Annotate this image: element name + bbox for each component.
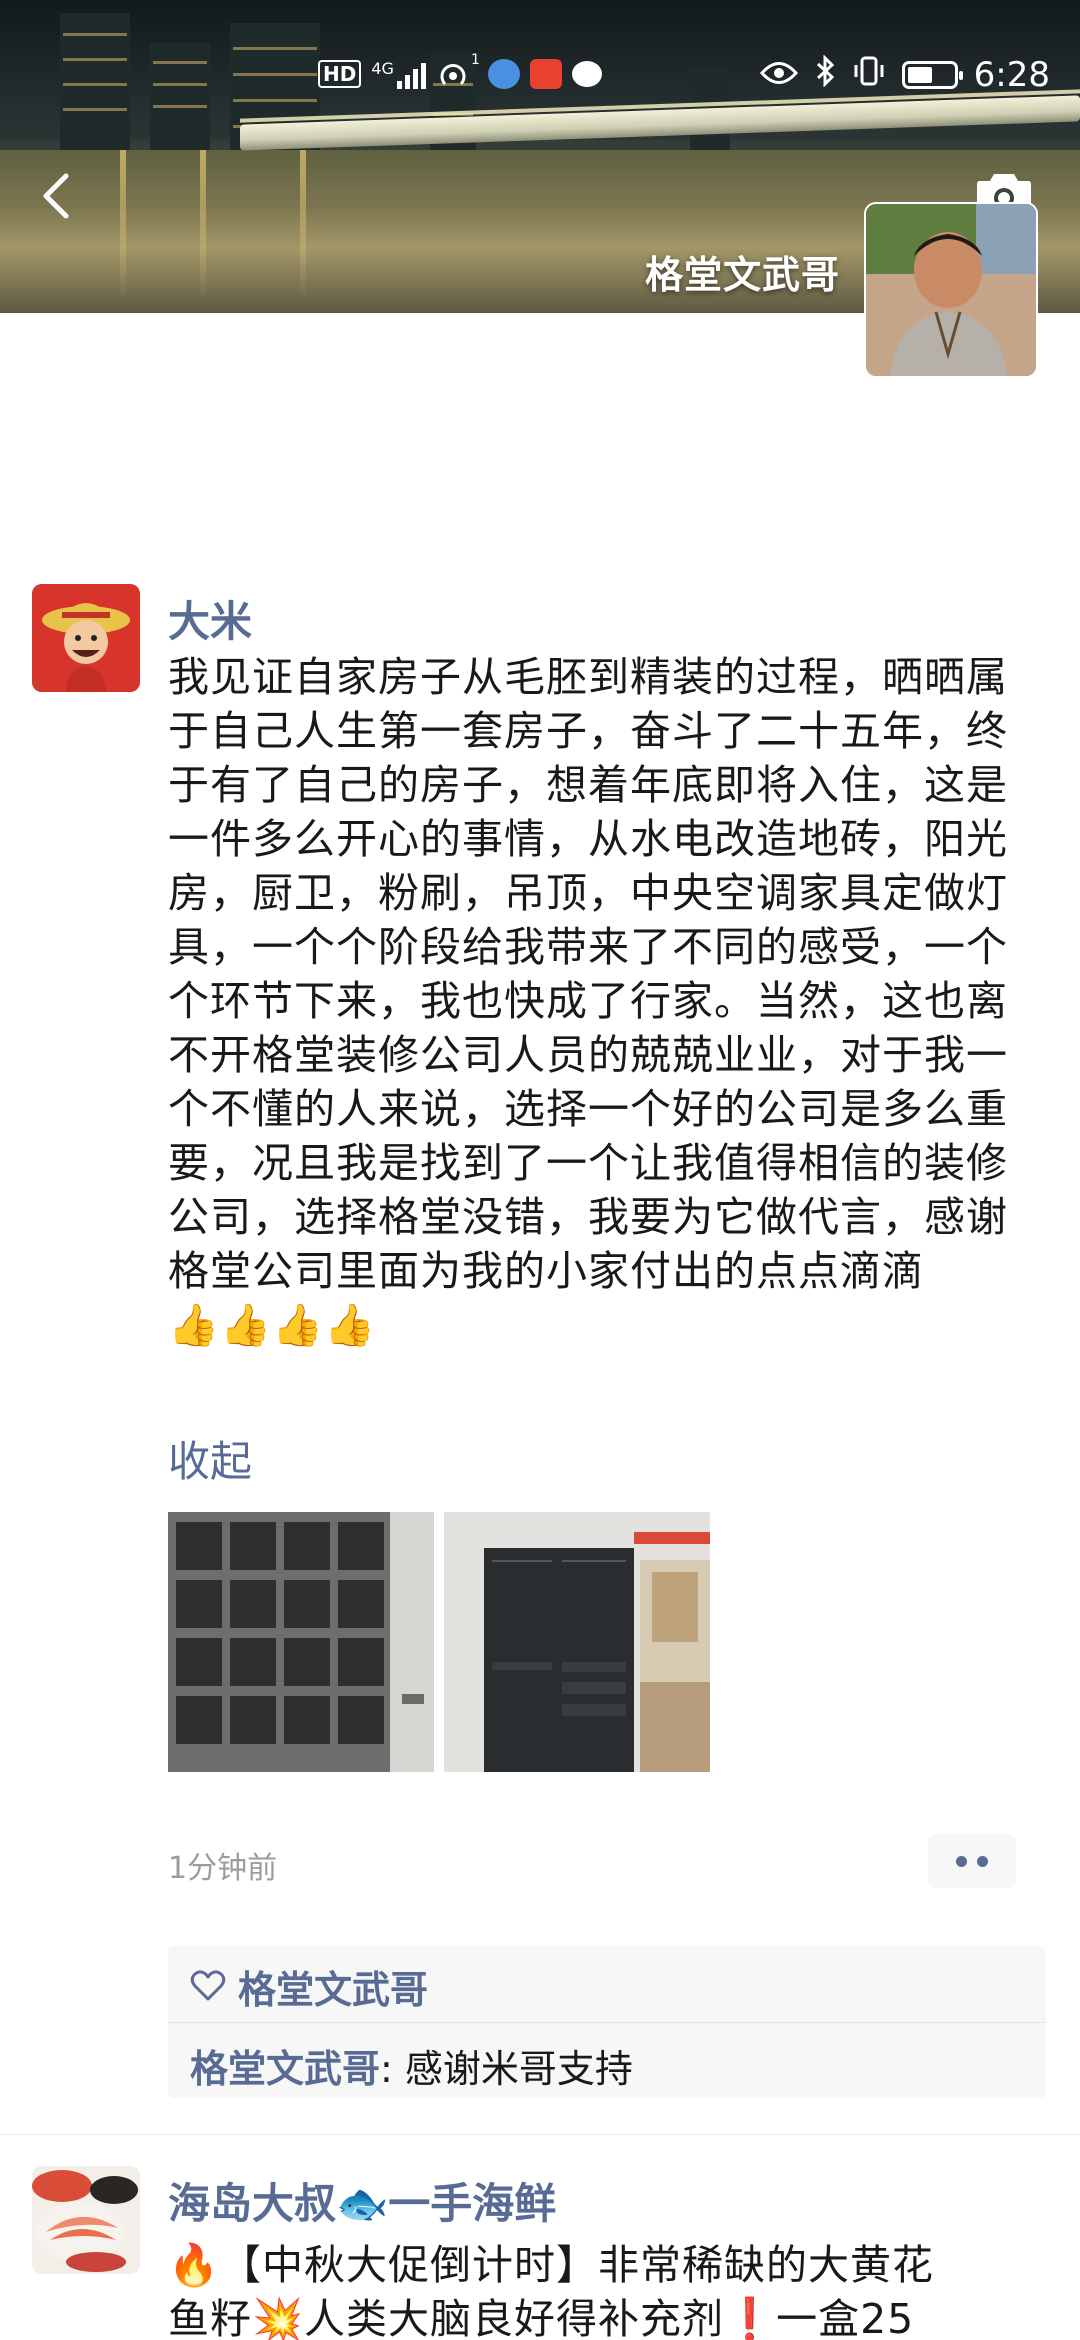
post-timestamp: 1分钟前 bbox=[168, 1851, 278, 1886]
vibrate-icon bbox=[852, 55, 886, 95]
more-actions-button[interactable] bbox=[928, 1834, 1016, 1888]
thumbs-up-emoji: 👍👍👍👍 bbox=[168, 1301, 377, 1349]
author-avatar[interactable] bbox=[32, 2166, 140, 2274]
heart-icon bbox=[190, 1970, 226, 2001]
message-icon bbox=[571, 61, 602, 87]
back-button[interactable] bbox=[36, 168, 76, 224]
comment-separator: : bbox=[380, 2047, 405, 2091]
app-notification-icon bbox=[529, 59, 562, 89]
status-bar-left: HD 4G 1 bbox=[318, 52, 602, 90]
owner-name: 格堂文武哥 bbox=[644, 253, 840, 297]
hd-icon: HD bbox=[318, 60, 362, 88]
post-text: 🔥【中秋大促倒计时】非常稀缺的大黄花 鱼籽💥人类大脑良好得补充剂❗一盒25 bbox=[168, 2238, 1048, 2340]
post-photo[interactable] bbox=[168, 1512, 434, 1772]
author-name[interactable]: 海岛大叔🐟一手海鲜 bbox=[168, 2170, 556, 2231]
likes-comments-box: 格堂文武哥 格堂文武哥: 感谢米哥支持 bbox=[168, 1946, 1046, 2098]
owner-avatar-photo bbox=[866, 204, 1036, 376]
cabinet-photo bbox=[168, 1512, 434, 1772]
comment-author[interactable]: 格堂文武哥 bbox=[190, 2047, 380, 2091]
dot-icon bbox=[956, 1855, 967, 1867]
divider bbox=[168, 2022, 1046, 2023]
like-user-name[interactable]: 格堂文武哥 bbox=[238, 1959, 428, 2014]
hotspot-icon: 1 bbox=[436, 52, 480, 90]
post-divider bbox=[0, 2134, 1080, 2135]
dot-icon bbox=[977, 1855, 988, 1867]
status-bar-right: 6:28 bbox=[759, 54, 1050, 95]
author-name[interactable]: 大米 bbox=[168, 588, 252, 649]
network-type: 4G bbox=[371, 59, 394, 78]
collapse-link[interactable]: 收起 bbox=[168, 1428, 252, 1489]
status-bar: HD 4G 1 6:28 bbox=[0, 0, 1080, 100]
post-text: 我见证自家房子从毛胚到精装的过程，晒晒属于自己人生第一套房子，奋斗了二十五年，终… bbox=[168, 650, 1008, 1352]
eye-icon bbox=[759, 56, 798, 94]
wardrobe-photo bbox=[444, 1512, 710, 1772]
author-avatar[interactable] bbox=[32, 584, 140, 692]
bluetooth-icon bbox=[814, 54, 836, 95]
battery-icon bbox=[901, 61, 963, 89]
luffy-avatar-icon bbox=[32, 584, 140, 692]
post-body-line: 鱼籽💥人类大脑良好得补充剂❗一盒25 bbox=[168, 2295, 915, 2340]
signal-icon: 4G bbox=[371, 59, 426, 89]
post-body: 我见证自家房子从毛胚到精装的过程，晒晒属于自己人生第一套房子，奋斗了二十五年，终… bbox=[168, 653, 1008, 1295]
post-body-line: 🔥【中秋大促倒计时】非常稀缺的大黄花 bbox=[168, 2241, 935, 2289]
comment-text: 感谢米哥支持 bbox=[404, 2047, 633, 2091]
chevron-left-icon bbox=[43, 173, 69, 219]
post-photo[interactable] bbox=[444, 1512, 710, 1772]
likes-row: 格堂文武哥 bbox=[190, 1964, 428, 2012]
seafood-avatar-icon bbox=[32, 2166, 140, 2274]
comment-item[interactable]: 格堂文武哥: 感谢米哥支持 bbox=[190, 2038, 633, 2093]
owner-avatar[interactable] bbox=[864, 202, 1038, 378]
status-time: 6:28 bbox=[973, 55, 1050, 95]
app-notification-icon bbox=[487, 59, 520, 89]
